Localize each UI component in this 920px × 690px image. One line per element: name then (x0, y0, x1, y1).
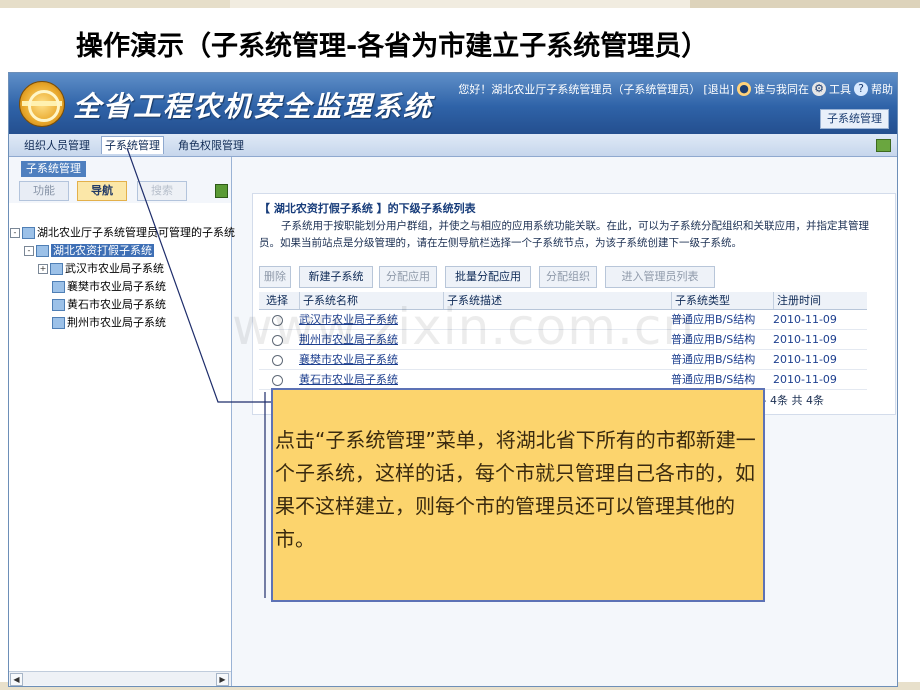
tree-node-wuhan[interactable]: + 武汉市农业局子系统 (10, 260, 235, 278)
folder-icon (52, 317, 65, 329)
collapse-icon[interactable]: - (10, 228, 20, 238)
assign-app-button[interactable]: 分配应用 (379, 266, 437, 288)
sidebar-title: 子系统管理 (21, 161, 86, 177)
tab-navigation[interactable]: 导航 (77, 181, 127, 201)
table-row: 黄石市农业局子系统 普通应用B/S结构 2010-11-09 (259, 370, 867, 390)
tree-node-huangshi[interactable]: 黄石市农业局子系统 (10, 296, 235, 314)
subsystem-name-link[interactable]: 黄石市农业局子系统 (299, 373, 398, 386)
batch-assign-app-button[interactable]: 批量分配应用 (445, 266, 531, 288)
tools-link[interactable]: 工具 (829, 81, 851, 97)
sidebar-scrollbar[interactable]: ◀ ▶ (9, 671, 231, 686)
nav-tree: - 湖北农业厅子系统管理员可管理的子系统 - 湖北农资打假子系统 + 武汉市农业局子系… (10, 224, 235, 332)
row-radio[interactable] (271, 354, 283, 366)
users-online-icon: ● (737, 82, 751, 96)
callout-text: 点击“子系统管理”菜单，将湖北省下所有的市都新建一个子系统，这样的话，每个市就只… (275, 428, 756, 551)
menu-item-role-permission[interactable]: 角色权限管理 (175, 137, 247, 154)
folder-icon (52, 299, 65, 311)
current-subsystem-button[interactable]: 子系统管理 (820, 109, 889, 129)
admin-list-button[interactable]: 进入管理员列表 (605, 266, 715, 288)
help-link[interactable]: 帮助 (871, 81, 893, 97)
sidebar-tabs: 功能 导航 搜索 (19, 181, 229, 201)
panel-description: 子系统用于按职能划分用户群组，并使之与相应的应用系统功能关联。在此，可以为子系统… (259, 220, 869, 249)
help-icon: ? (854, 82, 868, 96)
gear-icon: ⚙ (812, 82, 826, 96)
watermark: www.zixin.com.cn (232, 298, 696, 356)
tree-node-jingzhou[interactable]: 荆州市农业局子系统 (10, 314, 235, 332)
logo-emblem-icon (19, 81, 65, 127)
expand-icon[interactable]: + (38, 264, 48, 274)
user-bar: 您好！湖北农业厅子系统管理员（子系统管理员） [退出] ● 谁与我同在 ⚙ 工具… (458, 81, 893, 97)
col-date[interactable]: 注册时间 (773, 292, 867, 309)
app-header: 全省工程农机安全监理系统 您好！湖北农业厅子系统管理员（子系统管理员） [退出]… (9, 73, 897, 134)
assign-org-button[interactable]: 分配组织 (539, 266, 597, 288)
folder-icon (22, 227, 35, 239)
delete-button[interactable]: 删除 (259, 266, 291, 288)
collapse-icon[interactable]: - (24, 246, 34, 256)
new-subsystem-button[interactable]: 新建子系统 (299, 266, 373, 288)
logout-link[interactable]: [退出] (703, 81, 734, 97)
callout-box: 点击“子系统管理”菜单，将湖北省下所有的市都新建一个子系统，这样的话，每个市就只… (271, 388, 765, 602)
app-name: 全省工程农机安全监理系统 (73, 90, 434, 123)
who-online-link[interactable]: 谁与我同在 (754, 81, 809, 97)
tree-node-xiangfan[interactable]: 襄樊市农业局子系统 (10, 278, 235, 296)
folder-icon (36, 245, 49, 257)
tab-search[interactable]: 搜索 (137, 181, 187, 201)
subsystem-date: 2010-11-09 (773, 353, 837, 366)
tab-function[interactable]: 功能 (19, 181, 69, 201)
subsystem-date: 2010-11-09 (773, 373, 837, 386)
scroll-right-icon[interactable]: ▶ (216, 673, 229, 686)
scroll-left-icon[interactable]: ◀ (10, 673, 23, 686)
panel-title: 【 湖北农资打假子系统 】的下级子系统列表 (259, 202, 476, 215)
subsystem-date: 2010-11-09 (773, 313, 837, 326)
slide-top-strip (0, 0, 920, 8)
menu-bar: 组织人员管理 子系统管理 角色权限管理 (9, 134, 897, 157)
folder-icon (52, 281, 65, 293)
slide-title: 操作演示（子系统管理-各省为市建立子系统管理员） (76, 31, 709, 62)
folder-icon (50, 263, 63, 275)
screen-icon[interactable] (876, 139, 891, 152)
menu-item-org-people[interactable]: 组织人员管理 (21, 137, 93, 154)
export-icon[interactable] (215, 184, 228, 198)
tree-node-selected[interactable]: - 湖北农资打假子系统 (10, 242, 235, 260)
tree-node-root[interactable]: - 湖北农业厅子系统管理员可管理的子系统 (10, 224, 235, 242)
menu-item-subsystem[interactable]: 子系统管理 (101, 136, 164, 154)
subsystem-date: 2010-11-09 (773, 333, 837, 346)
subsystem-type: 普通应用B/S结构 (671, 373, 756, 386)
row-radio[interactable] (271, 374, 283, 386)
greeting-text: 您好！湖北农业厅子系统管理员（子系统管理员） (458, 83, 701, 96)
